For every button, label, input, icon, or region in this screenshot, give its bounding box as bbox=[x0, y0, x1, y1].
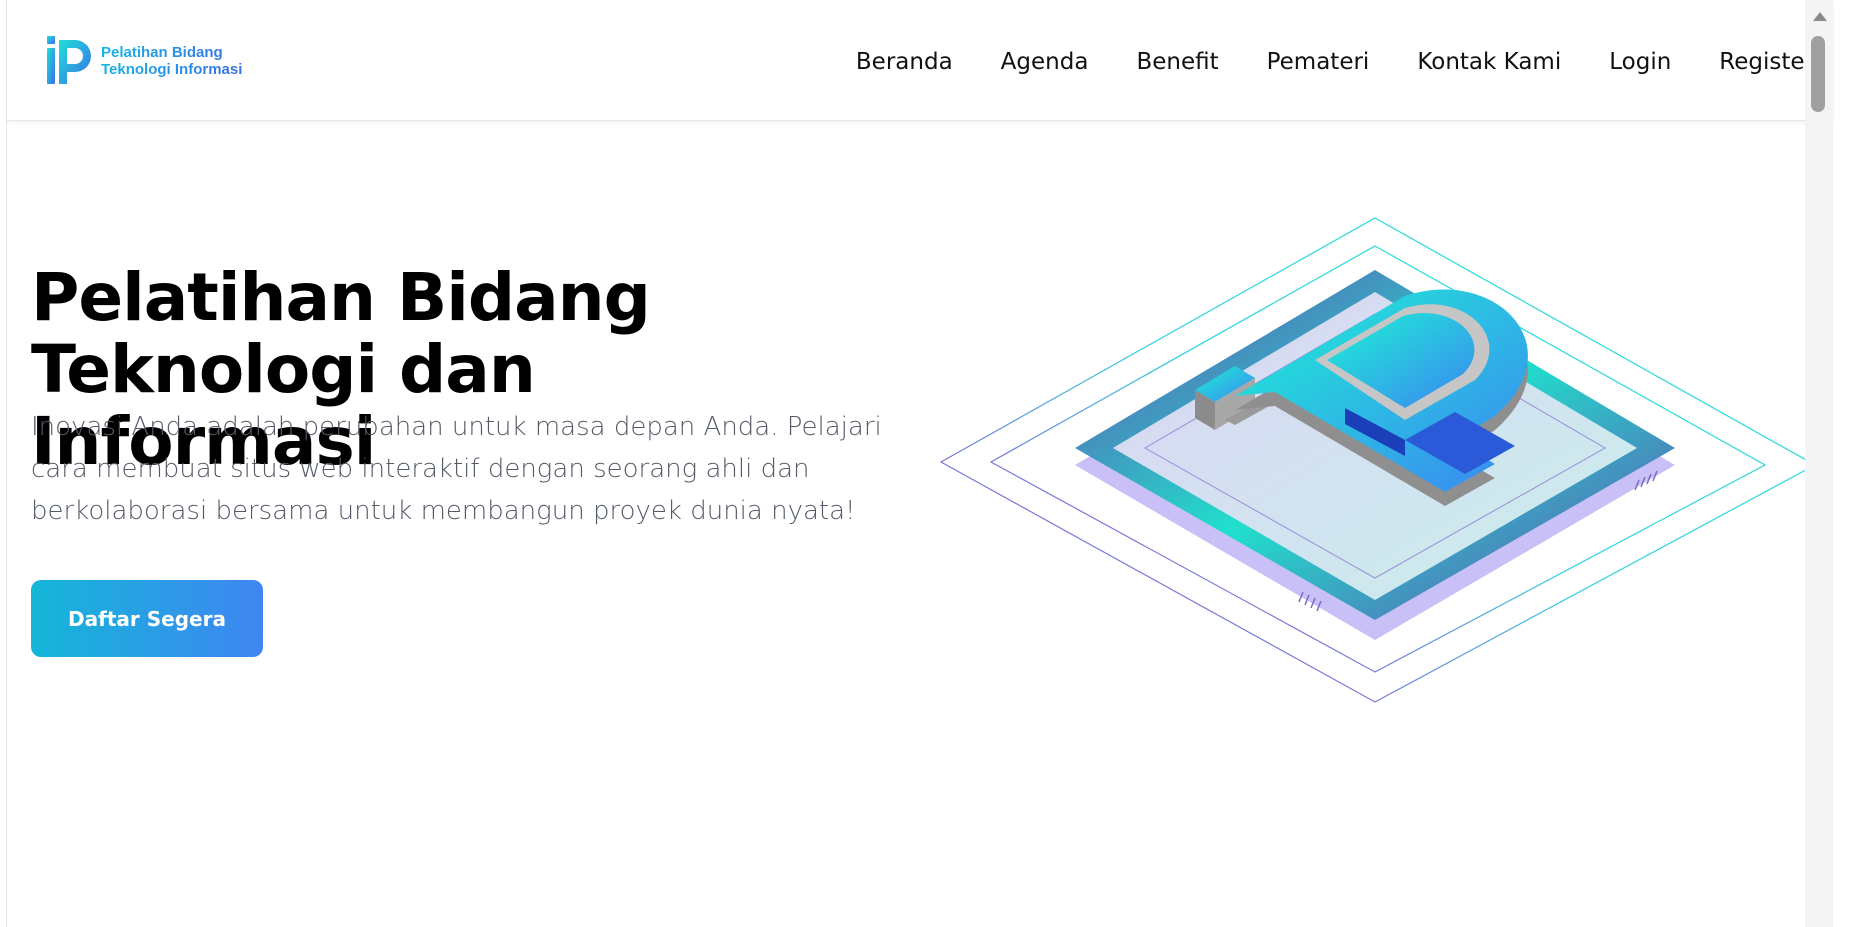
page-viewport: Pelatihan Bidang Teknologi Informasi Ber… bbox=[6, 0, 1833, 927]
scroll-thumb[interactable] bbox=[1811, 36, 1825, 112]
nav-pemateri[interactable]: Pemateri bbox=[1267, 44, 1370, 80]
nav-register[interactable]: Register bbox=[1719, 44, 1814, 80]
nav-login[interactable]: Login bbox=[1609, 44, 1671, 80]
brand-line1: Pelatihan Bidang bbox=[101, 44, 223, 61]
nav-beranda[interactable]: Beranda bbox=[856, 44, 953, 80]
brand-line2: Teknologi Informasi bbox=[101, 61, 243, 78]
ip-chip-illustration bbox=[939, 217, 1815, 703]
main-nav: Beranda Agenda Benefit Pemateri Kontak K… bbox=[856, 44, 1814, 80]
brand-logo[interactable]: Pelatihan Bidang Teknologi Informasi bbox=[45, 34, 255, 88]
ip-logo-icon bbox=[47, 36, 91, 84]
vertical-scrollbar[interactable] bbox=[1805, 0, 1833, 927]
hero-description: Inovasi Anda adalah perubahan untuk masa… bbox=[31, 412, 882, 526]
scroll-up-arrow-icon[interactable] bbox=[1813, 12, 1827, 21]
register-now-button[interactable]: Daftar Segera bbox=[31, 580, 263, 657]
brand-name: Pelatihan Bidang Teknologi Informasi bbox=[101, 44, 242, 78]
hero-title-line1: Pelatihan Bidang bbox=[31, 259, 651, 336]
navbar: Pelatihan Bidang Teknologi Informasi Ber… bbox=[7, 0, 1833, 121]
nav-benefit[interactable]: Benefit bbox=[1136, 44, 1218, 80]
nav-agenda[interactable]: Agenda bbox=[1001, 44, 1089, 80]
nav-kontak-kami[interactable]: Kontak Kami bbox=[1417, 44, 1561, 80]
